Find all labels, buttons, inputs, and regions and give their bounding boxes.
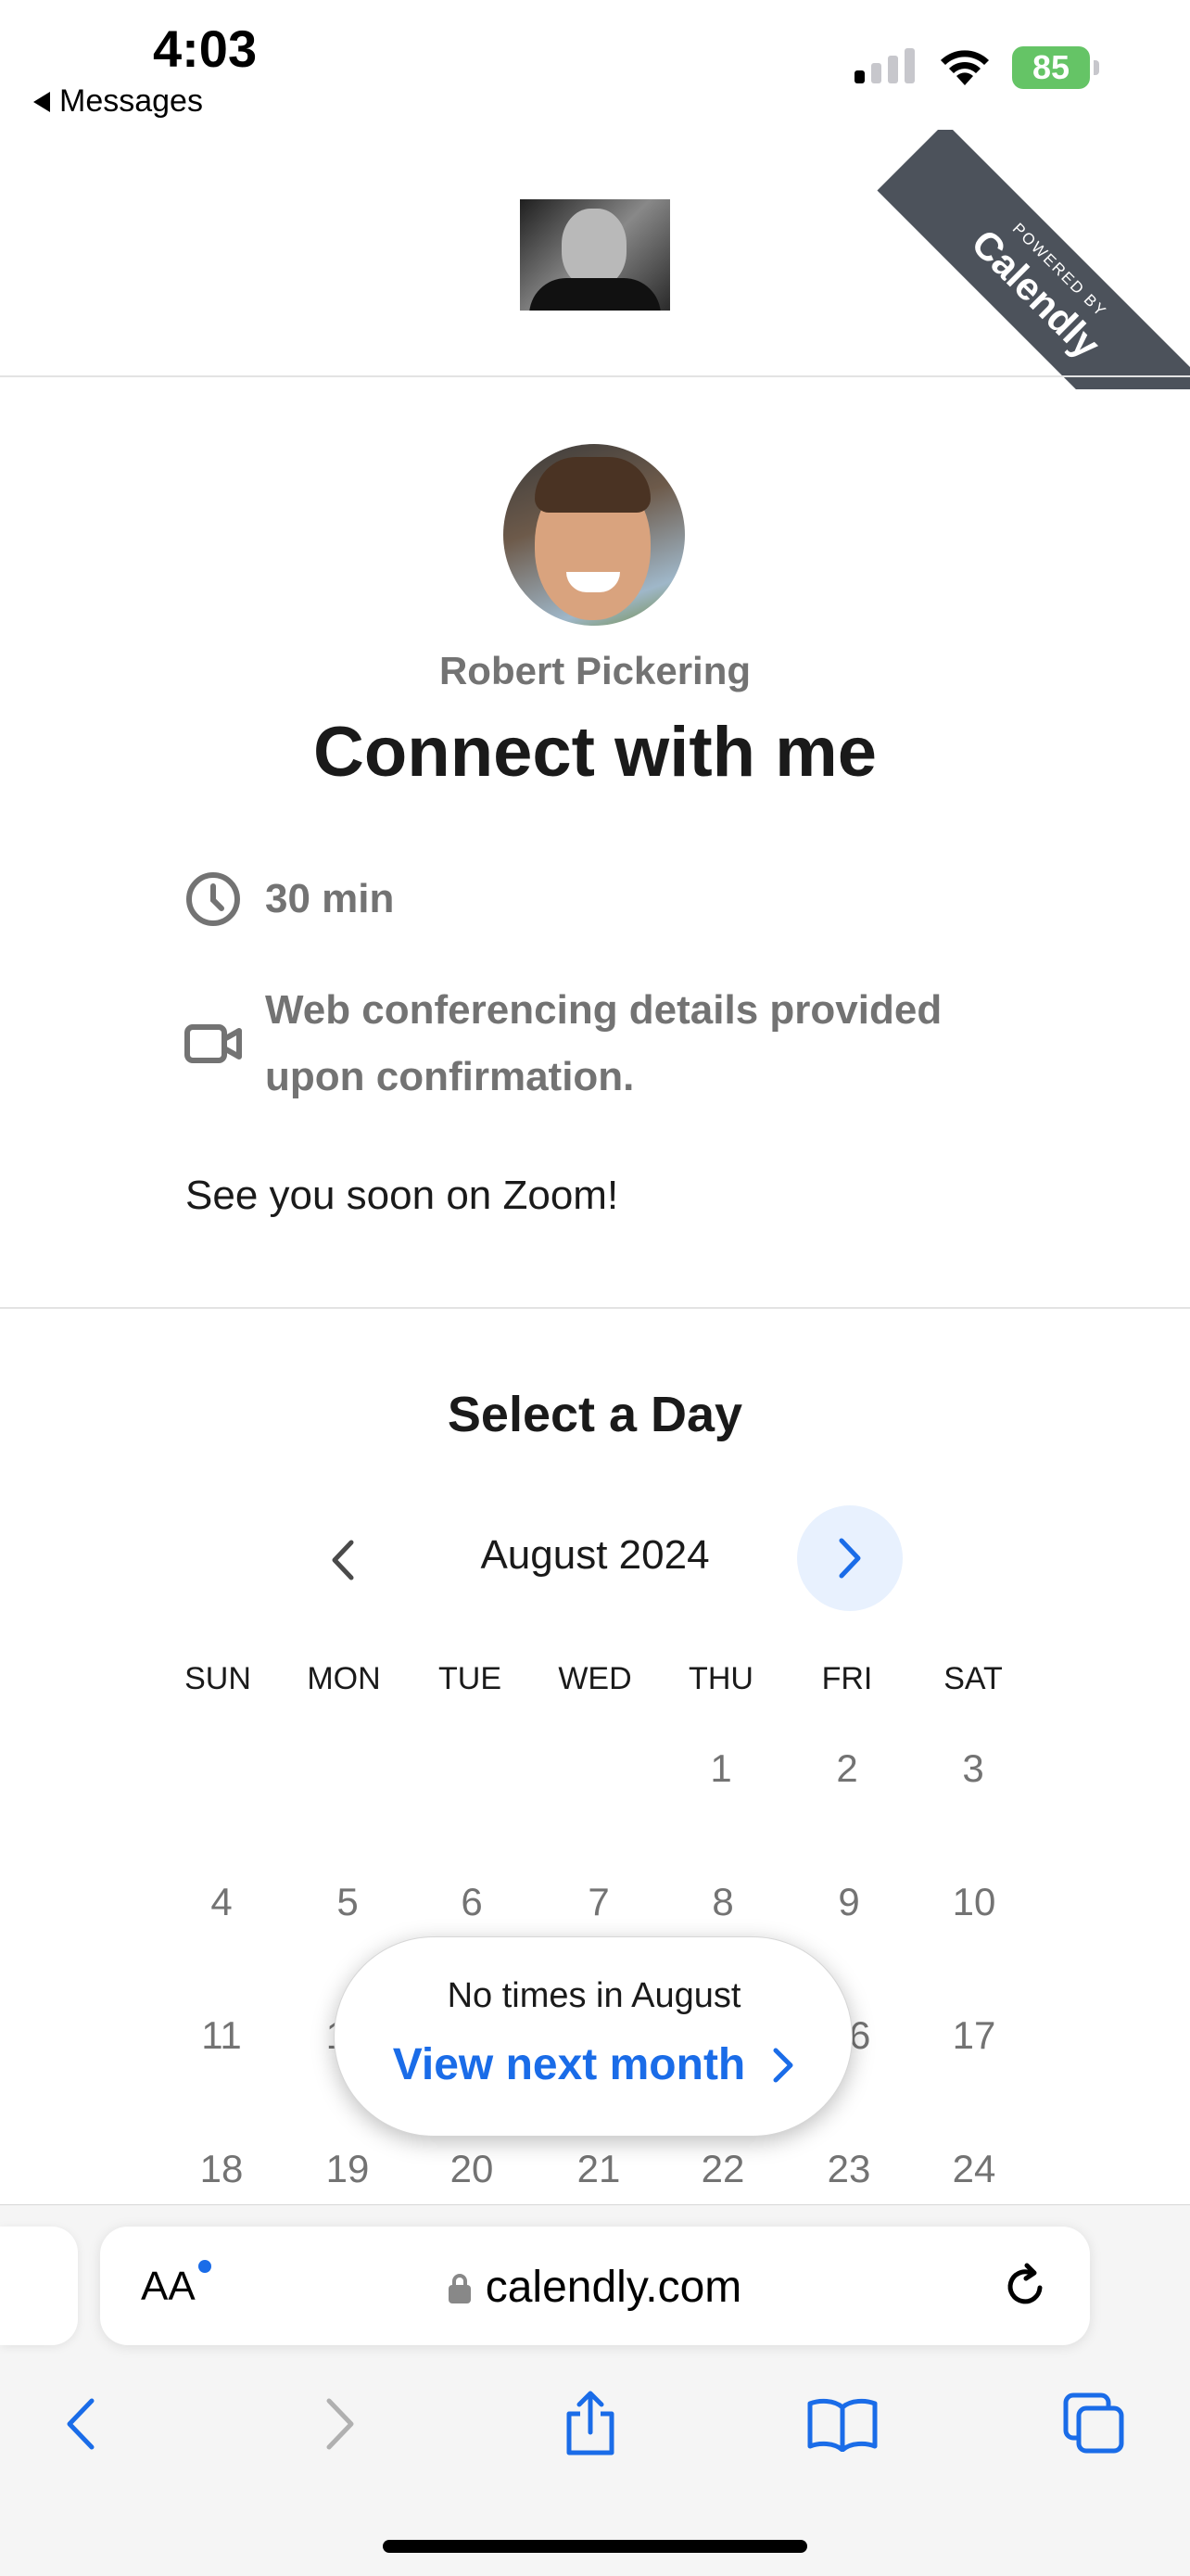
- url-display[interactable]: calendly.com: [100, 2262, 1090, 2313]
- details-divider: [0, 1307, 1190, 1309]
- view-next-month-link[interactable]: View next month: [335, 2039, 854, 2090]
- no-times-message: No times in August: [447, 1976, 741, 2015]
- weekday-header: MON: [307, 1661, 381, 1696]
- battery-indicator: 85: [1012, 46, 1099, 89]
- cellular-signal-icon: [855, 48, 915, 83]
- calendar-day: 17: [952, 2013, 996, 2057]
- powered-by-calendly-ribbon[interactable]: POWERED BY Calendly: [834, 130, 1190, 389]
- video-camera-icon: [184, 1024, 242, 1063]
- bookmarks-button[interactable]: [801, 2390, 884, 2458]
- tabs-button[interactable]: [1053, 2390, 1136, 2458]
- lock-icon: [448, 2273, 471, 2303]
- view-next-month-label: View next month: [392, 2040, 746, 2089]
- back-triangle-icon: [33, 91, 50, 112]
- status-time: 4:03: [153, 19, 258, 78]
- browser-back-button[interactable]: [39, 2390, 122, 2458]
- chevron-right-icon: [839, 1538, 861, 1579]
- back-to-messages[interactable]: Messages: [33, 83, 203, 120]
- reload-icon[interactable]: [999, 2260, 1051, 2312]
- calendar-day: 8: [712, 1880, 734, 1923]
- bookmarks-icon: [807, 2398, 878, 2452]
- weekday-header: FRI: [821, 1661, 873, 1696]
- event-description: See you soon on Zoom!: [185, 1173, 619, 1218]
- chevron-left-icon: [332, 1540, 354, 1580]
- calendar-day: 7: [588, 1880, 610, 1923]
- calendar-day: 24: [952, 2147, 996, 2190]
- select-day-heading: Select a Day: [447, 1387, 743, 1442]
- powered-by-label: POWERED BY: [1008, 219, 1110, 321]
- host-avatar: [503, 444, 685, 626]
- calendar-day: 22: [701, 2147, 745, 2190]
- tabs-icon: [1063, 2392, 1124, 2454]
- chevron-left-icon: [67, 2398, 95, 2450]
- back-to-messages-label: Messages: [59, 83, 203, 119]
- weekday-header: THU: [689, 1661, 753, 1696]
- organization-logo-photo: [520, 199, 670, 311]
- share-icon: [566, 2391, 614, 2455]
- share-button[interactable]: [549, 2390, 632, 2458]
- url-text: calendly.com: [485, 2263, 742, 2312]
- host-name: Robert Pickering: [438, 649, 752, 692]
- battery-level: 85: [1012, 46, 1090, 89]
- duration-text: 30 min: [265, 876, 395, 921]
- weekday-header: WED: [558, 1661, 632, 1696]
- browser-forward-button[interactable]: [298, 2390, 382, 2458]
- event-title: Connect with me: [312, 713, 878, 792]
- calendar-day: 11: [201, 2013, 242, 2057]
- calendar-day: 6: [461, 1880, 483, 1923]
- next-month-button[interactable]: [797, 1505, 903, 1611]
- calendar-day: 18: [199, 2147, 244, 2190]
- chevron-right-icon: [773, 2048, 793, 2082]
- location-text: Web conferencing details provided upon c…: [265, 987, 943, 1099]
- calendar-day: 2: [836, 1746, 858, 1790]
- previous-month-button[interactable]: [315, 1523, 371, 1597]
- calendar-day: 19: [325, 2147, 370, 2190]
- weekday-header: SAT: [943, 1661, 1003, 1696]
- header-divider: [0, 375, 1190, 377]
- calendar-day: 23: [827, 2147, 871, 2190]
- location-row: Web conferencing details provided upon c…: [184, 977, 1025, 1110]
- wifi-icon: [941, 50, 989, 85]
- current-month-label: August 2024: [480, 1532, 710, 1578]
- calendar-day: 20: [449, 2147, 494, 2190]
- weekday-header: SUN: [184, 1661, 251, 1696]
- calendar-day: 21: [576, 2147, 621, 2190]
- calendar-day: 10: [952, 1880, 996, 1923]
- previous-tab-peek[interactable]: [0, 2227, 78, 2345]
- duration-row: 30 min: [184, 866, 394, 933]
- weekday-header: TUE: [438, 1661, 501, 1696]
- home-indicator: [383, 2540, 807, 2553]
- calendar-day: 9: [838, 1880, 860, 1923]
- calendar-day: 5: [336, 1880, 359, 1923]
- chevron-right-icon: [326, 2398, 354, 2450]
- calendar-day: 3: [962, 1746, 984, 1790]
- clock-icon: [186, 872, 240, 926]
- calendar-day: 1: [710, 1746, 732, 1790]
- calendar-day: 4: [210, 1880, 233, 1923]
- address-bar[interactable]: AA calendly.com: [100, 2227, 1090, 2345]
- no-times-popover: No times in August View next month: [334, 1936, 853, 2137]
